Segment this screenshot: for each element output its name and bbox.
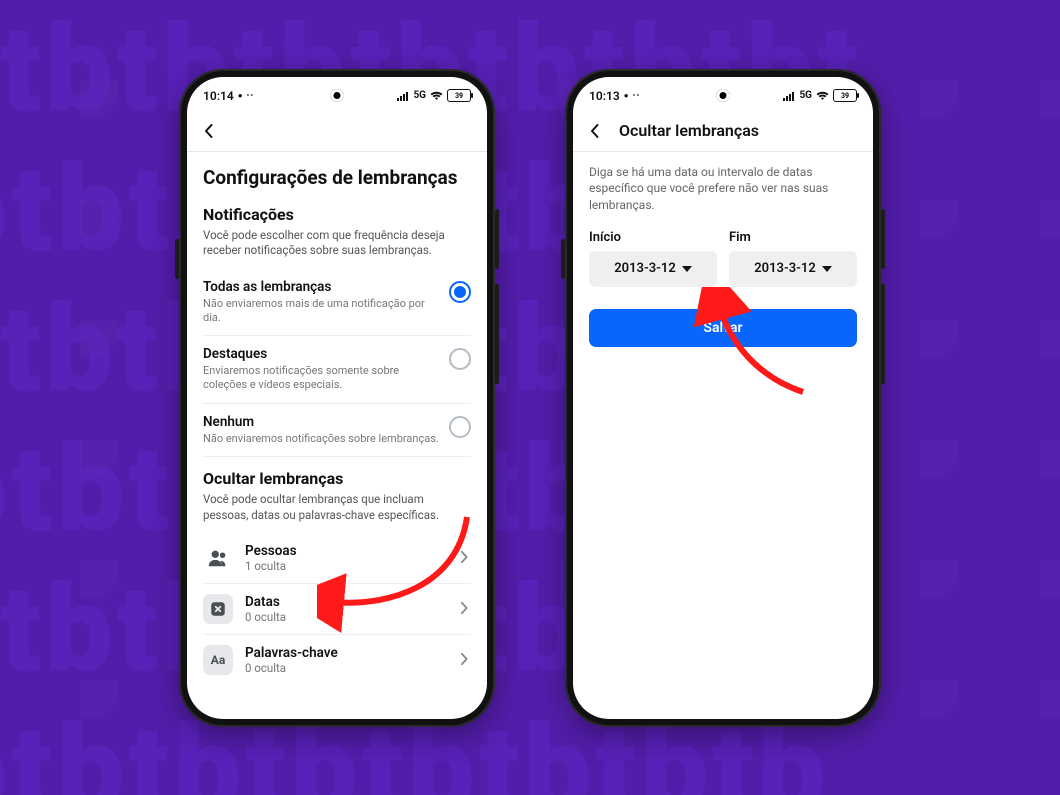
chevron-left-icon [587, 123, 603, 139]
status-time: 10:13 [589, 89, 620, 103]
wifi-icon [430, 91, 443, 101]
section-heading-hide: Ocultar lembranças [203, 469, 471, 488]
save-button[interactable]: Salvar [589, 309, 857, 347]
radio-subtitle: Enviaremos notificações somente sobre co… [203, 364, 439, 393]
radio-unselected-icon[interactable] [449, 416, 471, 438]
end-date-picker[interactable]: 2013-3-12 [729, 251, 857, 287]
list-row-dates[interactable]: Datas 0 oculta [203, 584, 471, 635]
power-button [495, 209, 499, 269]
chevron-right-icon [457, 549, 471, 568]
radio-row-all-memories[interactable]: Todas as lembranças Não enviaremos mais … [203, 269, 471, 337]
section-sub-hide: Você pode ocultar lembranças que incluam… [203, 492, 471, 523]
phone-right: 10:13 ● •• 5G 39 Ocultar lembranças [565, 69, 881, 727]
start-date-picker[interactable]: 2013-3-12 [589, 251, 717, 287]
keywords-aa-icon: Aa [203, 645, 233, 675]
radio-subtitle: Não enviaremos mais de uma notificação p… [203, 297, 439, 326]
phone-left: 10:14 ● •• 5G 39 Configurações de lembra… [179, 69, 495, 727]
front-camera [717, 89, 730, 102]
radio-title: Destaques [203, 346, 439, 362]
screen-left: 10:14 ● •• 5G 39 Configurações de lembra… [187, 77, 487, 719]
network-label: 5G [413, 90, 426, 101]
list-subtitle: 1 oculta [245, 559, 445, 573]
radio-title: Todas as lembranças [203, 279, 439, 295]
caret-down-icon [822, 266, 832, 272]
network-label: 5G [799, 90, 812, 101]
list-row-people[interactable]: Pessoas 1 oculta [203, 533, 471, 584]
start-label: Início [589, 230, 717, 245]
end-label: Fim [729, 230, 857, 245]
battery-icon: 39 [833, 89, 857, 102]
volume-buttons [495, 284, 499, 384]
radio-row-none[interactable]: Nenhum Não enviaremos notificações sobre… [203, 404, 471, 457]
wifi-icon [816, 91, 829, 101]
side-button-left [175, 239, 179, 279]
start-date-value: 2013-3-12 [614, 261, 676, 276]
list-title: Pessoas [245, 543, 445, 559]
nav-title: Ocultar lembranças [619, 121, 759, 140]
radio-title: Nenhum [203, 414, 439, 430]
list-subtitle: 0 oculta [245, 610, 445, 624]
chevron-left-icon [201, 123, 217, 139]
calendar-x-icon [203, 594, 233, 624]
radio-subtitle: Não enviaremos notificações sobre lembra… [203, 432, 439, 446]
signal-bars-icon [783, 91, 795, 101]
status-time: 10:14 [203, 89, 234, 103]
end-date-value: 2013-3-12 [754, 261, 816, 276]
people-icon [203, 543, 233, 573]
page-title: Configurações de lembranças [203, 166, 471, 189]
battery-icon: 39 [447, 89, 471, 102]
volume-buttons [881, 284, 885, 384]
nav-bar: Ocultar lembranças [573, 111, 873, 152]
back-button[interactable] [197, 119, 221, 143]
back-button[interactable] [583, 119, 607, 143]
chevron-right-icon [457, 651, 471, 670]
signal-bars-icon [397, 91, 409, 101]
caret-down-icon [682, 266, 692, 272]
list-row-keywords[interactable]: Aa Palavras-chave 0 oculta [203, 635, 471, 685]
chevron-right-icon [457, 600, 471, 619]
screen-right: 10:13 ● •• 5G 39 Ocultar lembranças [573, 77, 873, 719]
status-more-dots: •• [633, 91, 641, 100]
status-notif-dot: ● [238, 91, 243, 100]
section-sub-notifications: Você pode escolher com que frequência de… [203, 228, 471, 259]
status-notif-dot: ● [624, 91, 629, 100]
radio-selected-icon[interactable] [449, 281, 471, 303]
section-heading-notifications: Notificações [203, 205, 471, 224]
power-button [881, 209, 885, 269]
radio-unselected-icon[interactable] [449, 348, 471, 370]
front-camera [331, 89, 344, 102]
status-more-dots: •• [247, 91, 255, 100]
list-title: Palavras-chave [245, 645, 445, 661]
page-description: Diga se há uma data ou intervalo de data… [589, 164, 857, 214]
side-button-left [561, 239, 565, 279]
nav-bar [187, 111, 487, 152]
list-title: Datas [245, 594, 445, 610]
save-button-label: Salvar [703, 320, 742, 336]
list-subtitle: 0 oculta [245, 661, 445, 675]
radio-row-highlights[interactable]: Destaques Enviaremos notificações soment… [203, 336, 471, 404]
